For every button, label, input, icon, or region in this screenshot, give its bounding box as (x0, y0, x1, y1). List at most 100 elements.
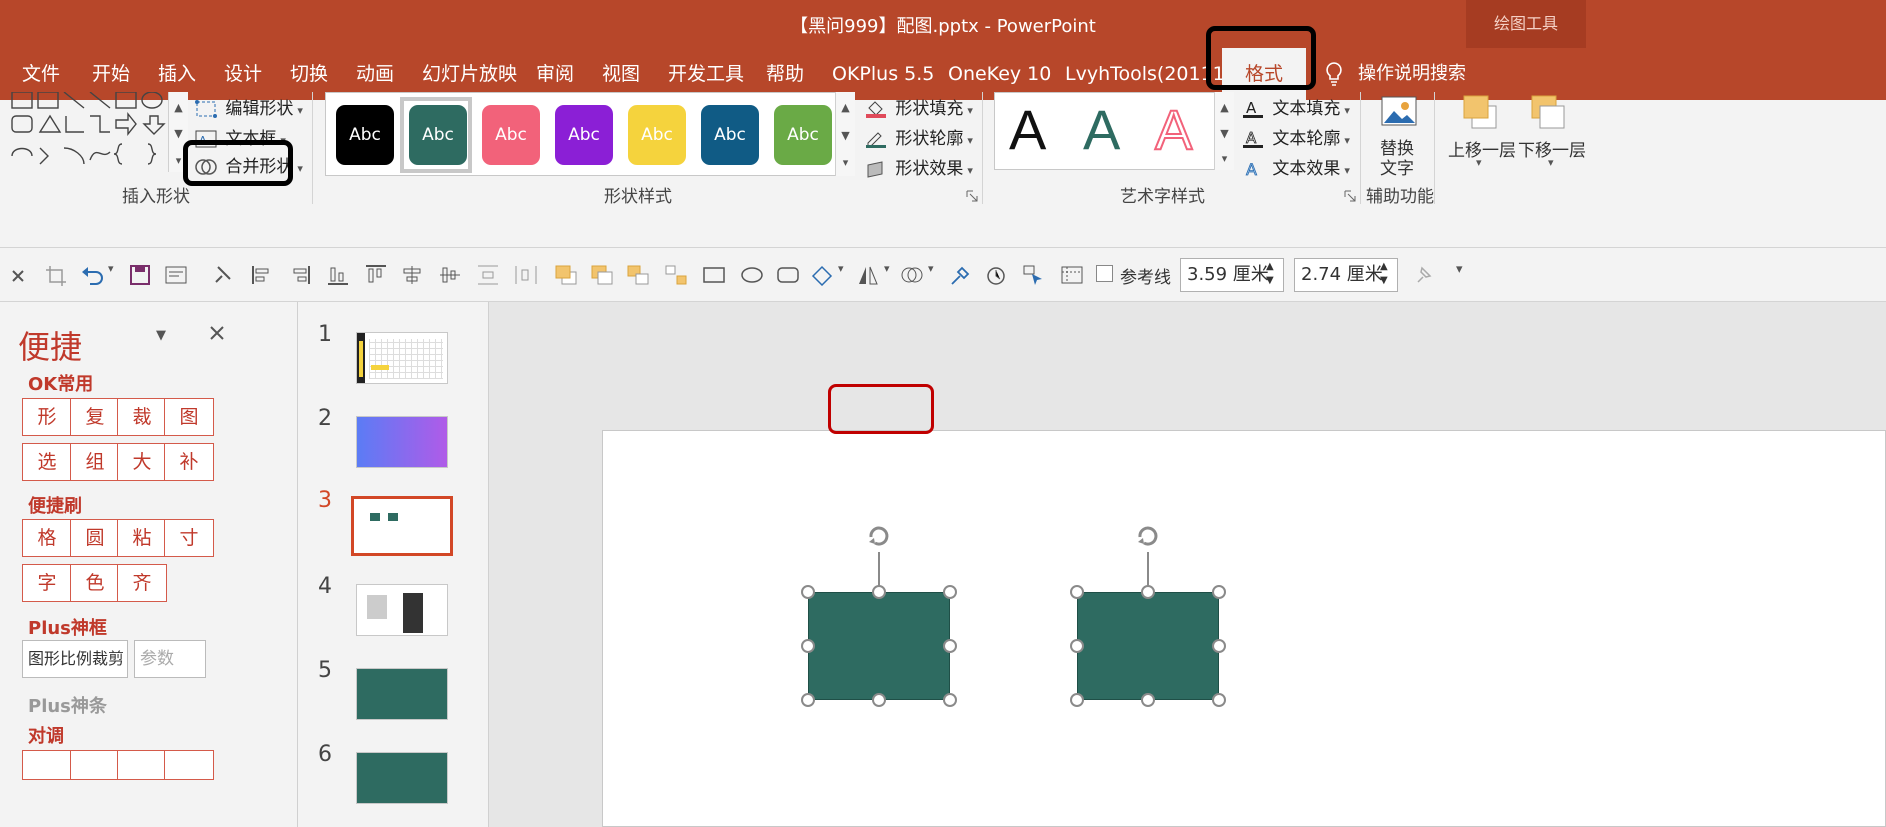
resize-handle[interactable] (1141, 585, 1155, 599)
wordart-style-black[interactable]: A (1009, 97, 1046, 162)
distribute-vertical-icon[interactable] (476, 264, 502, 286)
resize-handle[interactable] (872, 693, 886, 707)
slide-thumbnail-3[interactable] (351, 496, 453, 556)
rounded-rectangle-icon[interactable] (776, 264, 802, 286)
resize-handle[interactable] (1212, 693, 1226, 707)
group-icon[interactable] (626, 264, 652, 286)
resize-handle[interactable] (801, 693, 815, 707)
ok-fill-button[interactable]: 补 (164, 443, 214, 481)
shape-styles-scroll[interactable]: ▲ ▼ ▾ (835, 92, 855, 176)
align-tool-button[interactable] (70, 750, 120, 780)
shapes-gallery[interactable] (10, 91, 184, 172)
brush-format-button[interactable]: 格 (22, 519, 72, 557)
brush-round-button[interactable]: 圆 (70, 519, 120, 557)
text-outline-button[interactable]: A 文本轮廓 ▾ (1241, 124, 1350, 149)
alt-text-button[interactable]: 替换 文字 (1372, 92, 1426, 179)
tab-design[interactable]: 设计 (224, 48, 262, 100)
ok-size-button[interactable]: 大 (117, 443, 167, 481)
eyedropper-icon[interactable] (948, 264, 974, 286)
shape-fill-button[interactable]: 形状填充 ▾ (864, 94, 973, 119)
width-spinner-icon[interactable]: ▲ ▼ (1266, 260, 1274, 288)
chevron-down-icon[interactable]: ▾ (838, 262, 844, 275)
align-right-icon[interactable] (288, 264, 314, 286)
slide-thumbnail-6[interactable] (356, 752, 448, 804)
ungroup-icon[interactable] (664, 264, 690, 286)
distribute-horizontal-icon[interactable] (514, 264, 540, 286)
rotate-flip-icon[interactable] (856, 264, 882, 286)
crop-icon[interactable] (44, 264, 70, 286)
brush-color-button[interactable]: 色 (70, 564, 120, 602)
animation-painter-icon[interactable] (984, 264, 1010, 286)
resize-handle[interactable] (1070, 639, 1084, 653)
oval-icon[interactable] (740, 264, 766, 286)
layout-icon[interactable] (164, 264, 190, 286)
teal-rectangle-shape[interactable] (808, 592, 950, 700)
gridlines-icon[interactable] (1060, 264, 1086, 286)
ok-copy-button[interactable]: 复 (70, 398, 120, 436)
wordart-scroll[interactable]: ▲ ▼ ▾ (1214, 92, 1234, 170)
shape-outline-button[interactable]: 形状轮廓 ▾ (864, 124, 973, 149)
slide-thumbnail-5[interactable] (356, 668, 448, 720)
shape-style-swatch[interactable]: Abc (482, 105, 540, 165)
edit-shape-button[interactable]: 编辑形状 ▾ (194, 94, 303, 119)
resize-handle[interactable] (1212, 639, 1226, 653)
rotate-handle-icon[interactable] (862, 520, 896, 554)
shape-style-swatch[interactable]: Abc (701, 105, 759, 165)
slide-thumbnail-1[interactable] (356, 332, 448, 384)
align-top-icon[interactable] (364, 264, 390, 286)
ok-crop-button[interactable]: 裁 (117, 398, 167, 436)
dialog-launcher-icon[interactable] (966, 190, 978, 202)
slide-3[interactable] (602, 430, 1886, 827)
teal-rectangle-shape[interactable] (1077, 592, 1219, 700)
resize-handle[interactable] (801, 585, 815, 599)
pin-icon[interactable] (1412, 264, 1438, 286)
bring-to-front-icon[interactable] (554, 264, 580, 286)
rotate-handle-icon[interactable] (1131, 520, 1165, 554)
brush-paste-button[interactable]: 粘 (117, 519, 167, 557)
ok-group-button[interactable]: 组 (70, 443, 120, 481)
customize-toolbar-icon[interactable]: ▾ (1456, 262, 1463, 277)
chevron-down-icon[interactable]: ▾ (928, 262, 934, 275)
resize-handle[interactable] (1070, 585, 1084, 599)
shape-style-swatch[interactable]: Abc (774, 105, 832, 165)
align-left-icon[interactable] (250, 264, 276, 286)
chevron-down-icon[interactable]: ▾ (108, 262, 114, 275)
wordart-style-teal[interactable]: A (1083, 97, 1120, 162)
brush-align-button[interactable]: 齐 (117, 564, 167, 602)
tab-transitions[interactable]: 切换 (290, 48, 328, 100)
ok-select-button[interactable]: 选 (22, 443, 72, 481)
align-tool-button[interactable] (164, 750, 214, 780)
align-center-icon[interactable] (400, 264, 426, 286)
align-bottom-icon[interactable] (326, 264, 352, 286)
shape-style-swatch[interactable]: Abc (628, 105, 686, 165)
align-tool-button[interactable] (22, 750, 72, 780)
guides-checkbox[interactable] (1096, 265, 1113, 282)
chevron-down-icon[interactable]: ▾ (884, 262, 890, 275)
plus-frame-param-input[interactable]: 参数 (134, 640, 206, 678)
rectangle-icon[interactable] (702, 264, 728, 286)
align-middle-icon[interactable] (438, 264, 464, 286)
merge-shapes-icon[interactable] (900, 264, 926, 286)
resize-handle[interactable] (943, 639, 957, 653)
send-to-back-icon[interactable] (590, 264, 616, 286)
dialog-launcher-icon[interactable] (1344, 190, 1356, 202)
shape-effect-button[interactable]: 形状效果 ▾ (864, 154, 973, 179)
format-painter-icon[interactable] (212, 264, 238, 286)
slide-thumbnail-4[interactable] (356, 584, 448, 636)
resize-handle[interactable] (1070, 693, 1084, 707)
brush-size-button[interactable]: 寸 (164, 519, 214, 557)
shape-style-swatch[interactable]: Abc (336, 105, 394, 165)
undo-icon[interactable] (80, 264, 106, 286)
close-icon[interactable] (8, 266, 34, 288)
brush-text-button[interactable]: 字 (22, 564, 72, 602)
slide-thumbnail-2[interactable] (356, 416, 448, 468)
pane-menu-chevron-icon[interactable]: ▼ (156, 328, 166, 343)
align-tool-button[interactable] (117, 750, 167, 780)
edit-points-icon[interactable] (810, 264, 836, 286)
shape-style-swatch[interactable]: Abc (409, 105, 467, 165)
plus-frame-select[interactable]: 图形比例裁剪 (22, 640, 128, 678)
bring-forward-button[interactable]: 上移一层 ▾ (1446, 92, 1518, 192)
ok-image-button[interactable]: 图 (164, 398, 214, 436)
resize-handle[interactable] (801, 639, 815, 653)
resize-handle[interactable] (943, 585, 957, 599)
